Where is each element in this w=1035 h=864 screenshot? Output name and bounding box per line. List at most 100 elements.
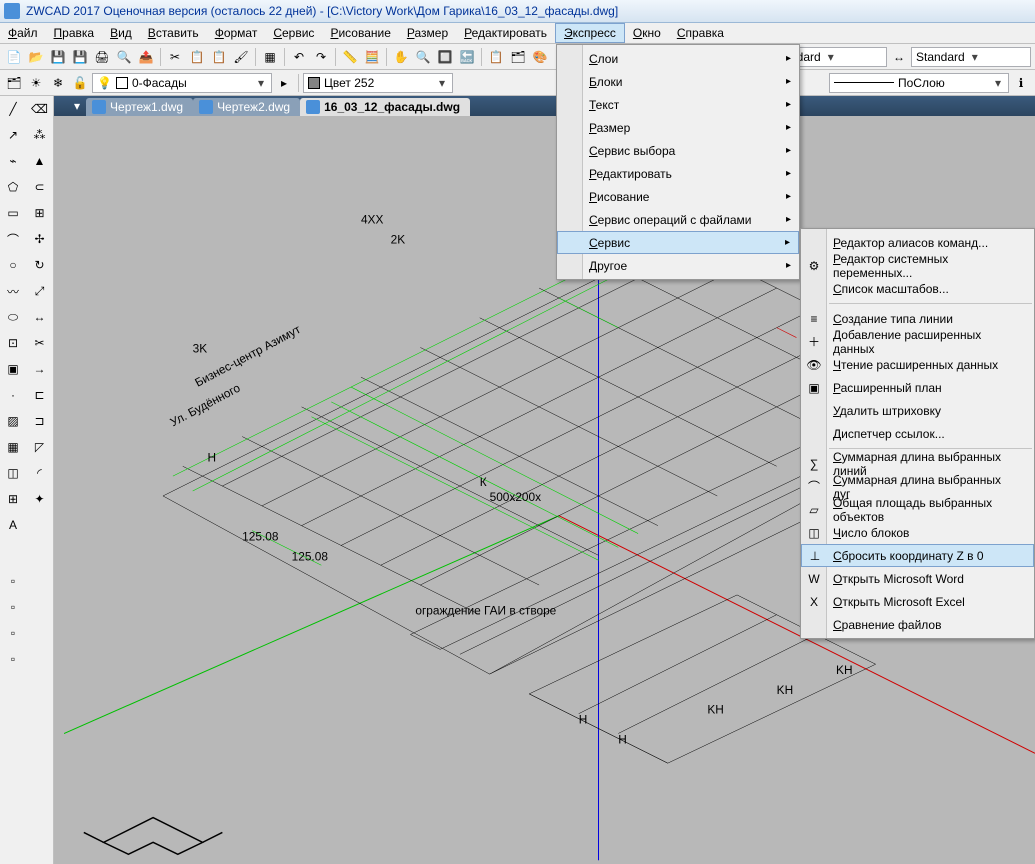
paste-button[interactable]: 📋 <box>209 47 229 67</box>
service-menu-item[interactable]: ▣Расширенный план <box>801 376 1034 399</box>
erase-tool[interactable]: ⌫ <box>28 97 52 121</box>
offset-tool[interactable]: ⊂ <box>28 175 52 199</box>
group-tool3[interactable]: ▫ <box>1 621 25 645</box>
open-button[interactable]: 📂 <box>26 47 46 67</box>
new-button[interactable]: 📄 <box>4 47 24 67</box>
move-tool[interactable]: ✢ <box>28 227 52 251</box>
pan-button[interactable]: ✋ <box>391 47 411 67</box>
menu-формат[interactable]: Формат <box>207 23 266 43</box>
match-button[interactable]: 🖌 <box>231 47 251 67</box>
menu-правка[interactable]: Правка <box>46 23 103 43</box>
service-menu-item[interactable]: Удалить штриховку <box>801 399 1034 422</box>
circle-tool[interactable]: ○ <box>1 253 25 277</box>
menu-вставить[interactable]: Вставить <box>140 23 207 43</box>
saveall-button[interactable]: 💾 <box>70 47 90 67</box>
hatch-tool[interactable]: ▨ <box>1 409 25 433</box>
menu-размер[interactable]: Размер <box>399 23 456 43</box>
layer-manager-button[interactable]: 🗂 <box>4 73 24 93</box>
menu-вид[interactable]: Вид <box>102 23 140 43</box>
layer-lock-icon[interactable]: 🔓 <box>70 73 90 93</box>
layer-sun-icon[interactable]: ☀ <box>26 73 46 93</box>
lineweight-info-button[interactable]: ℹ <box>1011 73 1031 93</box>
express-menu-item[interactable]: Блоки▸ <box>557 70 799 93</box>
block-create-tool[interactable]: ▣ <box>1 357 25 381</box>
gradient-tool[interactable]: ▦ <box>1 435 25 459</box>
text-tool[interactable]: A <box>1 513 25 537</box>
layer-freeze-icon[interactable]: ❄ <box>48 73 68 93</box>
service-menu-item[interactable]: Диспетчер ссылок... <box>801 422 1034 445</box>
express-menu-item[interactable]: Сервис операций с файлами▸ <box>557 208 799 231</box>
document-tab[interactable]: 16_03_12_фасады.dwg <box>300 98 470 116</box>
publish-button[interactable]: 📤 <box>136 47 156 67</box>
express-menu-item[interactable]: Сервис▸ <box>557 231 799 254</box>
color-combo[interactable]: Цвет 252 ▾ <box>303 73 453 93</box>
service-menu-item[interactable]: Сравнение файлов <box>801 613 1034 636</box>
service-menu-item[interactable]: ⚙Редактор системных переменных... <box>801 254 1034 277</box>
print-button[interactable]: 🖨 <box>92 47 112 67</box>
zoomwin-button[interactable]: 🔲 <box>435 47 455 67</box>
document-tab[interactable]: Чертеж1.dwg <box>86 98 193 116</box>
polygon-tool[interactable]: ⬠ <box>1 175 25 199</box>
service-menu-item[interactable]: ＋Добавление расширенных данных <box>801 330 1034 353</box>
ray-tool[interactable]: ↗ <box>1 123 25 147</box>
chamfer-tool[interactable]: ◸ <box>28 435 52 459</box>
explode-tool[interactable]: ✦ <box>28 487 52 511</box>
block-button[interactable]: ▦ <box>260 47 280 67</box>
service-menu-item[interactable]: XОткрыть Microsoft Excel <box>801 590 1034 613</box>
dimstyle-icon[interactable]: ↔ <box>889 47 909 67</box>
zoomprev-button[interactable]: 🔙 <box>457 47 477 67</box>
redo-button[interactable]: ↷ <box>311 47 331 67</box>
arc-tool[interactable]: ⌒ <box>1 227 25 251</box>
menu-сервис[interactable]: Сервис <box>265 23 322 43</box>
table-tool[interactable]: ⊞ <box>1 487 25 511</box>
mirror-tool[interactable]: ▲ <box>28 149 52 173</box>
menu-справка[interactable]: Справка <box>669 23 732 43</box>
express-menu-item[interactable]: Текст▸ <box>557 93 799 116</box>
service-menu-item[interactable]: ▱Общая площадь выбранных объектов <box>801 498 1034 521</box>
preview-button[interactable]: 🔍 <box>114 47 134 67</box>
zoom-button[interactable]: 🔍 <box>413 47 433 67</box>
document-tab[interactable]: Чертеж2.dwg <box>193 98 300 116</box>
dim-style-combo[interactable]: Standard ▾ <box>911 47 1031 67</box>
express-menu-item[interactable]: Редактировать▸ <box>557 162 799 185</box>
menu-рисование[interactable]: Рисование <box>322 23 398 43</box>
spline-tool[interactable]: 〰 <box>1 279 25 303</box>
group-tool1[interactable]: ▫ <box>1 569 25 593</box>
line-tool[interactable]: ╱ <box>1 97 25 121</box>
undo-button[interactable]: ↶ <box>289 47 309 67</box>
extend-tool[interactable]: → <box>28 357 52 381</box>
menu-редактировать[interactable]: Редактировать <box>456 23 555 43</box>
service-menu-item[interactable]: ⊥Сбросить координату Z в 0 <box>801 544 1034 567</box>
express-menu-item[interactable]: Слои▸ <box>557 47 799 70</box>
tool-palette-button[interactable]: 🎨 <box>530 47 550 67</box>
block-insert-tool[interactable]: ⊡ <box>1 331 25 355</box>
tab-dropdown-icon[interactable]: ▾ <box>74 99 80 113</box>
array-tool[interactable]: ⊞ <box>28 201 52 225</box>
point-tool[interactable]: · <box>1 383 25 407</box>
trim-tool[interactable]: ✂ <box>28 331 52 355</box>
express-menu-item[interactable]: Рисование▸ <box>557 185 799 208</box>
join-tool[interactable]: ⊐ <box>28 409 52 433</box>
group-tool2[interactable]: ▫ <box>1 595 25 619</box>
stretch-tool[interactable]: ↔ <box>28 305 52 329</box>
express-menu-item[interactable]: Другое▸ <box>557 254 799 277</box>
cut-button[interactable]: ✂ <box>165 47 185 67</box>
rectangle-tool[interactable]: ▭ <box>1 201 25 225</box>
layer-state-button[interactable]: ▸ <box>274 73 294 93</box>
menu-экспресс[interactable]: Экспресс <box>555 23 625 43</box>
properties-button[interactable]: 📋 <box>486 47 506 67</box>
calculator-button[interactable]: 🧮 <box>362 47 382 67</box>
polyline-tool[interactable]: ⌁ <box>1 149 25 173</box>
copy-button[interactable]: 📋 <box>187 47 207 67</box>
ellipse-tool[interactable]: ⬭ <box>1 305 25 329</box>
menu-окно[interactable]: Окно <box>625 23 669 43</box>
service-menu-item[interactable]: 👁Чтение расширенных данных <box>801 353 1034 376</box>
express-menu-item[interactable]: Размер▸ <box>557 116 799 139</box>
copy-tool[interactable]: ⁂ <box>28 123 52 147</box>
break-tool[interactable]: ⊏ <box>28 383 52 407</box>
region-tool[interactable]: ◫ <box>1 461 25 485</box>
service-menu-item[interactable]: WОткрыть Microsoft Word <box>801 567 1034 590</box>
lineweight-combo[interactable]: ПоСлою ▾ <box>829 73 1009 93</box>
express-menu-item[interactable]: Сервис выбора▸ <box>557 139 799 162</box>
rotate-tool[interactable]: ↻ <box>28 253 52 277</box>
